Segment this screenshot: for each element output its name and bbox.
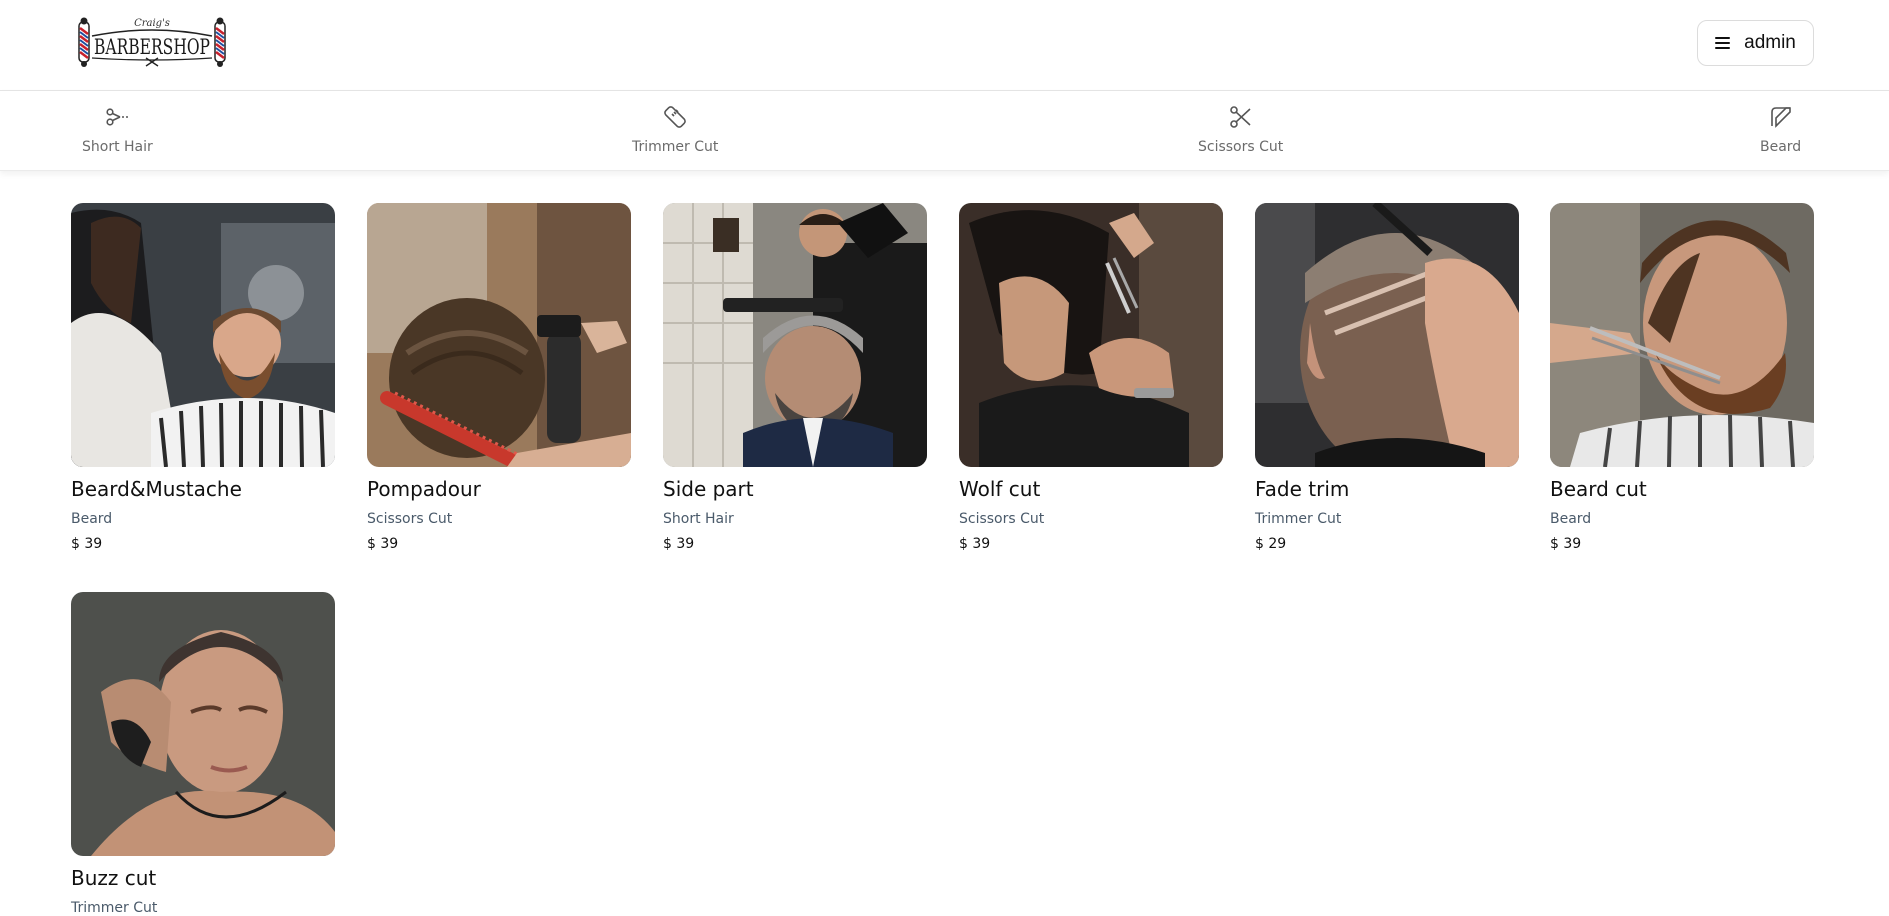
trimmer-icon xyxy=(664,106,687,128)
clipper-icon xyxy=(106,108,129,126)
service-category: Trimmer Cut xyxy=(71,900,158,916)
beard-scissors-trim-photo xyxy=(1550,203,1814,467)
service-price: $ 39 xyxy=(71,536,103,552)
scissors-icon xyxy=(1229,106,1251,128)
hair-combing-and-spray-photo xyxy=(367,203,631,467)
service-category: Scissors Cut xyxy=(367,511,453,527)
service-price: $ 39 xyxy=(663,536,695,552)
service-category: Beard xyxy=(71,511,113,527)
category-short-hair[interactable]: Short Hair xyxy=(82,103,153,155)
fade-design-trim-photo xyxy=(1255,203,1519,467)
barber-pole-left-icon xyxy=(78,17,90,67)
service-name: Wolf cut xyxy=(959,477,1041,501)
category-bar: Short Hair Trimmer Cut Scissors Cut Bear… xyxy=(0,91,1889,171)
service-name: Buzz cut xyxy=(71,866,157,890)
service-card[interactable]: Side part Short Hair $ 39 xyxy=(663,203,927,552)
service-price: $ 39 xyxy=(1550,536,1582,552)
service-name: Beard cut xyxy=(1550,477,1647,501)
crossed-razor-icon xyxy=(145,57,159,67)
service-card[interactable]: Beard&Mustache Beard $ 39 xyxy=(71,203,335,552)
service-category: Beard xyxy=(1550,511,1592,527)
barbershop-logo[interactable]: Craig's BARBERSHOP xyxy=(76,16,228,68)
service-card[interactable]: Beard cut Beard $ 39 xyxy=(1550,203,1814,552)
service-name: Beard&Mustache xyxy=(71,477,242,501)
user-menu-button[interactable]: admin xyxy=(1697,20,1814,66)
top-header: Craig's BARBERSHOP admin xyxy=(0,0,1889,91)
bearded-man-in-barber-chair-photo xyxy=(71,203,335,467)
razor-icon xyxy=(1770,107,1791,128)
category-scissors-cut[interactable]: Scissors Cut xyxy=(1198,103,1283,155)
service-price: $ 39 xyxy=(959,536,991,552)
service-card[interactable]: Buzz cut Trimmer Cut xyxy=(71,592,335,916)
service-card[interactable]: Fade trim Trimmer Cut $ 29 xyxy=(1255,203,1519,552)
svg-text:Craig's: Craig's xyxy=(134,18,170,29)
service-name: Side part xyxy=(663,477,754,501)
svg-text:BARBERSHOP: BARBERSHOP xyxy=(94,35,210,59)
service-category: Scissors Cut xyxy=(959,511,1045,527)
service-price: $ 39 xyxy=(367,536,399,552)
service-name: Fade trim xyxy=(1255,477,1350,501)
service-name: Pompadour xyxy=(367,477,481,501)
service-card[interactable]: Pompadour Scissors Cut $ 39 xyxy=(367,203,631,552)
service-price: $ 29 xyxy=(1255,536,1287,552)
hamburger-menu-icon xyxy=(1715,37,1731,49)
service-card[interactable]: Wolf cut Scissors Cut $ 39 xyxy=(959,203,1223,552)
category-beard[interactable]: Beard xyxy=(1760,103,1801,155)
user-name: admin xyxy=(1744,32,1796,53)
buzz-cut-portrait-photo xyxy=(71,592,335,856)
service-category: Trimmer Cut xyxy=(1255,511,1342,527)
barber-pole-right-icon xyxy=(214,17,226,67)
service-category: Short Hair xyxy=(663,511,734,527)
scissors-cut-dark-hair-photo xyxy=(959,203,1223,467)
category-trimmer-cut[interactable]: Trimmer Cut xyxy=(632,103,718,155)
hair-dryer-styling-photo xyxy=(663,203,927,467)
